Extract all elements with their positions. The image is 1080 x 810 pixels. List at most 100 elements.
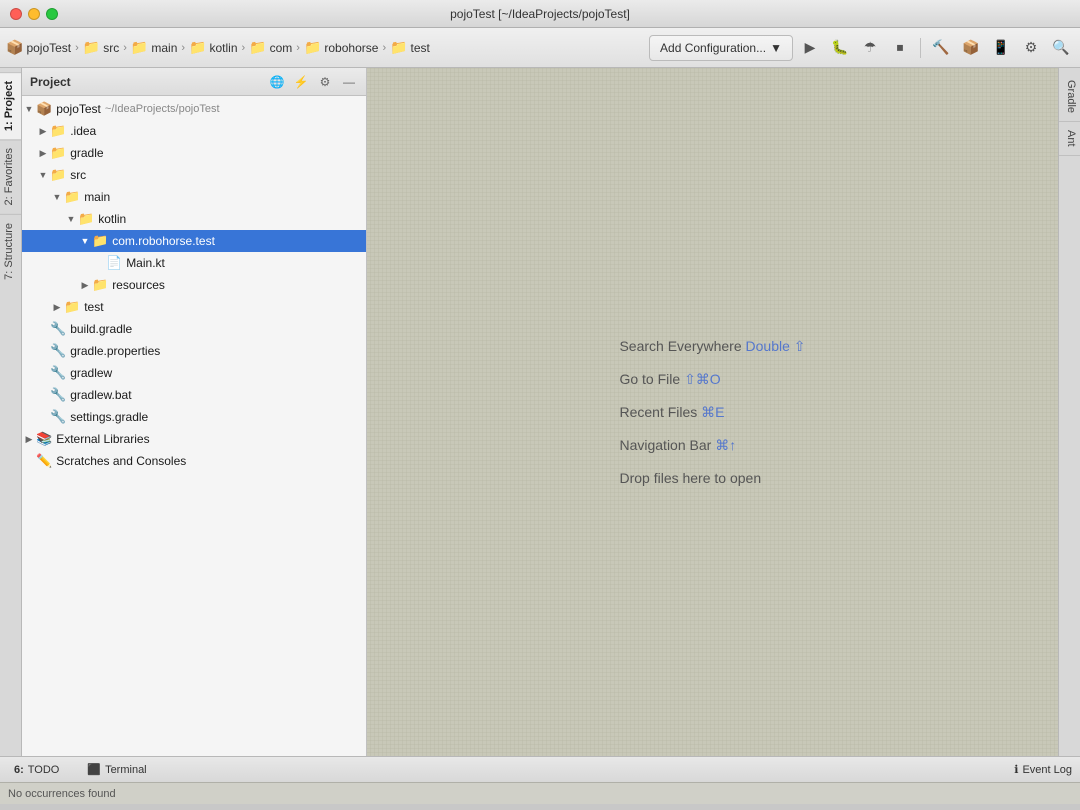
hint-item: Navigation Bar ⌘↑: [619, 437, 805, 454]
panel-settings-btn[interactable]: ⚙: [316, 73, 334, 91]
file-icon: 📁: [50, 167, 66, 183]
toolbar: 📦 pojoTest › 📁 src › 📁 main › 📁 kotlin ›…: [0, 28, 1080, 68]
folder-icon: 📁: [189, 39, 206, 56]
breadcrumb-kotlin[interactable]: 📁 kotlin: [189, 39, 237, 56]
tree-item-gradlewbat[interactable]: 🔧gradlew.bat: [22, 384, 366, 406]
file-icon: 🔧: [50, 321, 66, 337]
tree-arrow: ▶: [22, 434, 36, 445]
breadcrumb-pojotestroot[interactable]: 📦 pojoTest: [6, 39, 71, 56]
tree-item-extlibs[interactable]: ▶📚 External Libraries: [22, 428, 366, 450]
tree-label: Main.kt: [126, 256, 165, 270]
tree-item-src[interactable]: ▼📁src: [22, 164, 366, 186]
file-icon: 📁: [92, 277, 108, 293]
hint-item: Recent Files ⌘E: [619, 404, 805, 421]
tree-arrow: ▼: [64, 214, 78, 224]
right-sidebar-tabs: Gradle Ant: [1058, 68, 1080, 756]
sdk-button[interactable]: 📦: [958, 35, 984, 61]
file-icon: 🔧: [50, 365, 66, 381]
sidebar-item-structure[interactable]: 7: Structure: [0, 214, 21, 288]
tree-arrow: ▶: [50, 302, 64, 313]
project-icon: 📦: [6, 39, 23, 56]
search-everywhere-btn[interactable]: 🔍: [1048, 35, 1074, 61]
sidebar-item-favorites[interactable]: 2: Favorites: [0, 139, 21, 213]
sidebar-item-ant[interactable]: Ant: [1059, 122, 1080, 156]
maximize-button[interactable]: [46, 8, 58, 20]
left-sidebar-tabs: 1: Project 2: Favorites 7: Structure: [0, 68, 22, 756]
tab-terminal[interactable]: ⬛ Terminal: [81, 757, 152, 782]
close-button[interactable]: [10, 8, 22, 20]
avd-button[interactable]: 📱: [988, 35, 1014, 61]
tab-todo[interactable]: 6: TODO: [8, 757, 65, 782]
hint-shortcut: ⌘E: [701, 404, 724, 420]
hint-item: Search Everywhere Double ⇧: [619, 338, 805, 355]
hint-action: Recent Files: [619, 404, 701, 420]
file-icon: 📚: [36, 431, 52, 447]
hint-item: Drop files here to open: [619, 470, 805, 486]
tree-arrow: ▶: [78, 280, 92, 291]
file-icon: 📁: [64, 299, 80, 315]
tree-item-mainkt[interactable]: 📄 Main.kt: [22, 252, 366, 274]
tree-item-gradlew[interactable]: 🔧 gradlew: [22, 362, 366, 384]
tree-arrow: ▶: [36, 148, 50, 159]
panel-hide-btn[interactable]: —: [340, 73, 358, 91]
tree-item-gradle[interactable]: ▶📁gradle: [22, 142, 366, 164]
settings-button[interactable]: ⚙: [1018, 35, 1044, 61]
tree-label: Scratches and Consoles: [56, 454, 186, 468]
tree-item-gradleprops[interactable]: 🔧gradle.properties: [22, 340, 366, 362]
editor-area[interactable]: Search Everywhere Double ⇧Go to File ⇧⌘O…: [367, 68, 1058, 756]
file-icon: 📦: [36, 101, 52, 117]
breadcrumb-com[interactable]: 📁 com: [249, 39, 292, 56]
breadcrumb-main[interactable]: 📁 main: [131, 39, 177, 56]
window-controls[interactable]: [10, 8, 58, 20]
coverage-button[interactable]: ☂: [857, 35, 883, 61]
add-configuration-button[interactable]: Add Configuration... ▼: [649, 35, 793, 61]
tree-item-buildgradle[interactable]: 🔧 build.gradle: [22, 318, 366, 340]
run-button[interactable]: ▶: [797, 35, 823, 61]
bottom-right: ℹ Event Log: [1014, 763, 1072, 776]
file-icon: 📁: [78, 211, 94, 227]
tree-arrow: ▼: [50, 192, 64, 202]
status-text: No occurrences found: [8, 788, 116, 800]
breadcrumb-robohorse[interactable]: 📁 robohorse: [304, 39, 378, 56]
tree-item-idea[interactable]: ▶📁.idea: [22, 120, 366, 142]
file-icon: 🔧: [50, 409, 66, 425]
sidebar-item-gradle[interactable]: Gradle: [1059, 72, 1080, 122]
event-log-button[interactable]: ℹ Event Log: [1014, 763, 1072, 776]
file-icon: 🔧: [50, 343, 66, 359]
panel-locate-btn[interactable]: 🌐: [268, 73, 286, 91]
tree-item-test[interactable]: ▶📁test: [22, 296, 366, 318]
tree-item-scratches[interactable]: ✏️Scratches and Consoles: [22, 450, 366, 472]
folder-icon: 📁: [131, 39, 148, 56]
minimize-button[interactable]: [28, 8, 40, 20]
tree-item-resources[interactable]: ▶📁resources: [22, 274, 366, 296]
build-button[interactable]: 🔨: [928, 35, 954, 61]
breadcrumb-test[interactable]: 📁 test: [390, 39, 430, 56]
tree-item-comrobohorse[interactable]: ▼📁com.robohorse.test: [22, 230, 366, 252]
panel-scroll-btn[interactable]: ⚡: [292, 73, 310, 91]
breadcrumb-src[interactable]: 📁 src: [83, 39, 119, 56]
tree-label: build.gradle: [70, 322, 132, 336]
tree-item-settingsgradle[interactable]: 🔧settings.gradle: [22, 406, 366, 428]
hint-shortcut: ⇧⌘O: [684, 371, 721, 387]
stop-button[interactable]: ⏹: [887, 35, 913, 61]
bottom-bar: 6: TODO ⬛ Terminal ℹ Event Log: [0, 756, 1080, 782]
tree-item-main[interactable]: ▼📁main: [22, 186, 366, 208]
debug-button[interactable]: 🐛: [827, 35, 853, 61]
toolbar-right: Add Configuration... ▼ ▶ 🐛 ☂ ⏹ 🔨 📦 📱 ⚙ 🔍: [649, 35, 1074, 61]
sidebar-item-project[interactable]: 1: Project: [0, 72, 21, 139]
hint-shortcut: ⌘↑: [715, 437, 736, 453]
tree-label: External Libraries: [56, 432, 149, 446]
tree-label: gradlew: [70, 366, 112, 380]
status-bar: No occurrences found: [0, 782, 1080, 804]
tree-item-kotlin[interactable]: ▼📁 kotlin: [22, 208, 366, 230]
tree-label: kotlin: [98, 212, 126, 226]
folder-icon: 📁: [249, 39, 266, 56]
project-panel-title: Project: [30, 75, 262, 89]
breadcrumb: 📦 pojoTest › 📁 src › 📁 main › 📁 kotlin ›…: [6, 39, 645, 56]
project-panel-header: Project 🌐 ⚡ ⚙ —: [22, 68, 366, 96]
file-icon: 📄: [106, 255, 122, 271]
hint-action: Search Everywhere: [619, 338, 745, 354]
main-area: 1: Project 2: Favorites 7: Structure Pro…: [0, 68, 1080, 756]
tree-item-pojotestroot[interactable]: ▼📦pojoTest~/IdeaProjects/pojoTest: [22, 98, 366, 120]
title-bar: pojoTest [~/IdeaProjects/pojoTest]: [0, 0, 1080, 28]
